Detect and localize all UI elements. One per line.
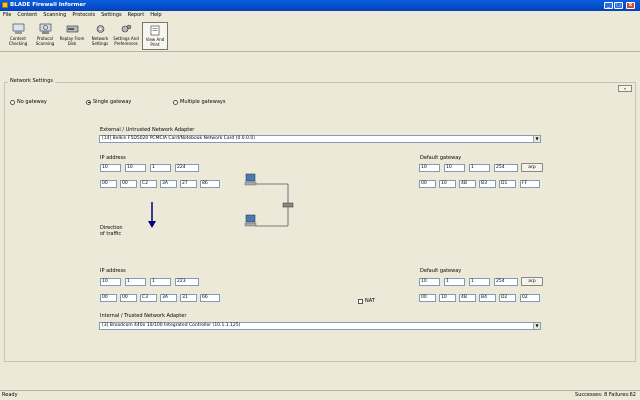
internal-mac-1[interactable]: 00 xyxy=(100,294,117,302)
internal-gw-octet-4[interactable]: 254 xyxy=(494,278,518,286)
menu-file[interactable]: File xyxy=(3,11,11,19)
internal-mac-5[interactable]: 31 xyxy=(180,294,197,302)
external-gw-mac-5[interactable]: D1 xyxy=(499,180,516,188)
internal-ip-octet-3[interactable]: 1 xyxy=(150,278,171,286)
internal-mac-3[interactable]: C3 xyxy=(140,294,157,302)
replay-from-disk-button[interactable]: Replay From Disk xyxy=(59,22,85,50)
content-checking-icon xyxy=(12,23,24,34)
external-gw-octet-3[interactable]: 1 xyxy=(469,164,490,172)
external-gw-octet-2[interactable]: 10 xyxy=(444,164,465,172)
internal-arp-button[interactable]: arp xyxy=(521,277,543,286)
radio-multiple-gateways-dot[interactable] xyxy=(173,99,178,105)
direction-label: Direction of traffic xyxy=(100,225,123,237)
external-gw-mac-6[interactable]: FF xyxy=(520,180,540,188)
external-gw-mac-3[interactable]: 4B xyxy=(459,180,476,188)
internal-adapter-select[interactable]: [3] Broadcom 440x 10/100 Integrated Cont… xyxy=(99,322,541,330)
internal-gw-mac-6[interactable]: 02 xyxy=(520,294,540,302)
minimize-button[interactable]: _ xyxy=(604,2,613,9)
protocol-scanning-icon xyxy=(39,23,51,34)
internal-gw-mac-4[interactable]: B4 xyxy=(479,294,496,302)
external-mac-1[interactable]: 00 xyxy=(100,180,117,188)
network-settings-button[interactable]: Network Settings xyxy=(87,22,113,50)
internal-gw-octet-1[interactable]: 10 xyxy=(419,278,440,286)
radio-no-gateway-dot[interactable] xyxy=(10,99,15,105)
menu-settings[interactable]: Settings xyxy=(101,11,122,19)
external-gw-octet-1[interactable]: 10 xyxy=(419,164,440,172)
external-mac-5[interactable]: 27 xyxy=(180,180,197,188)
replay-from-disk-icon xyxy=(66,25,78,33)
external-gw-mac-2[interactable]: 10 xyxy=(439,180,456,188)
computer-icon xyxy=(244,214,257,227)
external-mac-6[interactable]: 86 xyxy=(200,180,220,188)
external-adapter-select[interactable]: [14] Belkin F5D5020 PCMCIA Card/Notebook… xyxy=(99,135,541,143)
protocol-scanning-button[interactable]: Protocol Scanning xyxy=(32,22,58,50)
internal-ip-octet-2[interactable]: 1 xyxy=(125,278,146,286)
internal-ip-octet-4[interactable]: 223 xyxy=(175,278,199,286)
internal-gw-mac-5[interactable]: D2 xyxy=(499,294,516,302)
chevron-down-icon[interactable]: ▼ xyxy=(533,136,540,142)
internal-gw-mac-3[interactable]: 4B xyxy=(459,294,476,302)
network-settings-panel xyxy=(4,82,636,362)
computer-icon xyxy=(244,173,257,186)
view-print-button[interactable]: View And Print xyxy=(142,22,168,50)
internal-gw-octet-3[interactable]: 1 xyxy=(469,278,490,286)
network-settings-title: Network Settings xyxy=(8,78,55,84)
settings-preferences-icon xyxy=(121,24,131,33)
collapse-button[interactable]: « xyxy=(618,85,632,92)
external-arp-button[interactable]: arp xyxy=(521,163,543,172)
traffic-direction-arrow-icon xyxy=(148,202,156,228)
external-gw-mac-4[interactable]: B3 xyxy=(479,180,496,188)
external-gw-mac-1[interactable]: 00 xyxy=(419,180,436,188)
internal-mac-6[interactable]: 66 xyxy=(200,294,220,302)
external-gw-octet-4[interactable]: 254 xyxy=(494,164,518,172)
external-ip-octet-4[interactable]: 224 xyxy=(175,164,199,172)
menu-report[interactable]: Report xyxy=(128,11,145,19)
external-ip-octet-1[interactable]: 10 xyxy=(100,164,121,172)
internal-mac-4[interactable]: 3A xyxy=(160,294,177,302)
maximize-button[interactable]: □ xyxy=(614,2,623,9)
internal-ip-octet-1[interactable]: 10 xyxy=(100,278,121,286)
internal-ip-label: IP address xyxy=(100,268,126,274)
internal-gateway-label: Default gateway xyxy=(420,268,462,274)
radio-single-gateway[interactable]: Single gateway xyxy=(86,99,131,105)
nat-checkbox-box[interactable] xyxy=(358,298,363,304)
internal-mac-2[interactable]: 00 xyxy=(120,294,137,302)
radio-multiple-gateways[interactable]: Multiple gateways xyxy=(173,99,225,105)
external-ip-label: IP address xyxy=(100,155,126,161)
external-mac-2[interactable]: 00 xyxy=(120,180,137,188)
external-adapter-title: External / Untrusted Network Adapter xyxy=(100,127,195,133)
external-ip-octet-3[interactable]: 1 xyxy=(150,164,171,172)
title-bar: BLADE Firewall Informer _ □ x xyxy=(0,0,640,11)
internal-gw-octet-2[interactable]: 1 xyxy=(444,278,465,286)
toolbar: Content Checking Protocol Scanning Replay … xyxy=(0,20,640,52)
external-mac-4[interactable]: 3A xyxy=(160,180,177,188)
app-icon xyxy=(2,2,8,8)
internal-adapter-title: Internal / Trusted Network Adapter xyxy=(100,313,187,319)
nat-checkbox[interactable]: NAT xyxy=(358,298,375,304)
status-bar: Ready Successes: 8 Failures:62 xyxy=(0,390,640,400)
content-checking-button[interactable]: Content Checking xyxy=(5,22,31,50)
close-button[interactable]: x xyxy=(626,2,635,9)
external-gateway-label: Default gateway xyxy=(420,155,462,161)
network-diagram xyxy=(244,173,294,227)
status-text: Ready xyxy=(2,392,18,398)
internal-gw-mac-1[interactable]: 00 xyxy=(419,294,436,302)
radio-single-gateway-dot[interactable] xyxy=(86,99,91,105)
window-title: BLADE Firewall Informer xyxy=(10,2,86,8)
menu-bar: File Content Scanning Protocols Settings… xyxy=(0,11,640,19)
network-settings-icon xyxy=(96,25,104,33)
internal-gw-mac-2[interactable]: 10 xyxy=(439,294,456,302)
status-counts: Successes: 8 Failures:62 xyxy=(575,392,636,398)
chevron-down-icon[interactable]: ▼ xyxy=(533,323,540,329)
radio-no-gateway[interactable]: No gateway xyxy=(10,99,47,105)
settings-preferences-button[interactable]: Settings And Preferences xyxy=(113,22,139,50)
external-ip-octet-2[interactable]: 10 xyxy=(125,164,146,172)
menu-protocols[interactable]: Protocols xyxy=(72,11,95,19)
menu-content[interactable]: Content xyxy=(17,11,37,19)
external-mac-3[interactable]: C2 xyxy=(140,180,157,188)
view-print-icon xyxy=(150,25,159,36)
menu-help[interactable]: Help xyxy=(150,11,161,19)
router-icon xyxy=(282,202,294,208)
menu-scanning[interactable]: Scanning xyxy=(43,11,66,19)
